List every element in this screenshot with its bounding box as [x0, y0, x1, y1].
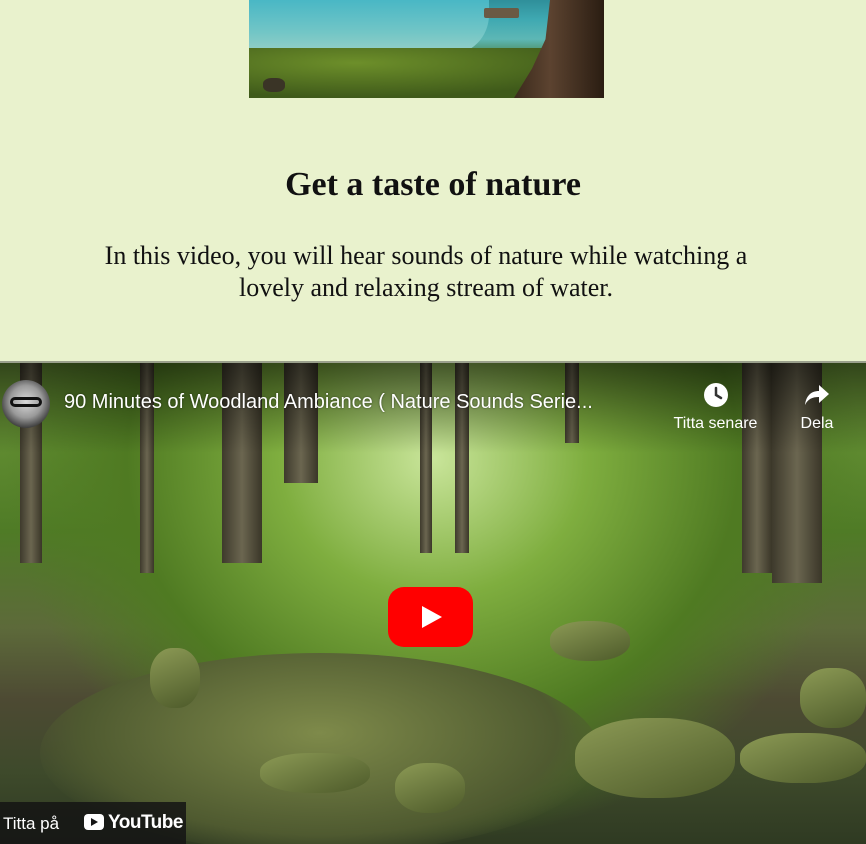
- watch-later-button[interactable]: Titta senare: [668, 381, 763, 433]
- intro-paragraph: In this video, you will hear sounds of n…: [104, 241, 748, 302]
- clock-icon: [703, 383, 728, 407]
- youtube-wordmark: YouTube: [108, 812, 183, 833]
- section-heading: Get a taste of nature: [285, 166, 581, 203]
- watch-later-label: Titta senare: [673, 415, 758, 432]
- mossy-stone: [395, 763, 465, 813]
- lake-water: [249, 0, 489, 55]
- lake-photo: [249, 0, 604, 98]
- share-arrow-icon: [805, 385, 829, 405]
- channel-avatar[interactable]: [2, 380, 50, 428]
- watch-on-label: Titta på: [3, 814, 60, 833]
- youtube-logo-icon: [84, 814, 104, 830]
- mossy-stone: [550, 621, 630, 661]
- youtube-embed[interactable]: 90 Minutes of Woodland Ambiance ( Nature…: [0, 361, 866, 844]
- mossy-stone: [260, 753, 370, 793]
- rock: [263, 78, 285, 92]
- glasses-icon: [10, 397, 42, 407]
- watch-on-youtube-link[interactable]: Titta på YouTube: [0, 802, 186, 844]
- mossy-stone: [740, 733, 866, 783]
- mossy-stone: [150, 648, 200, 708]
- mossy-stone: [800, 668, 866, 728]
- share-label: Dela: [800, 415, 834, 432]
- play-icon: [422, 606, 442, 628]
- mossy-stone: [575, 718, 735, 798]
- video-title[interactable]: 90 Minutes of Woodland Ambiance ( Nature…: [64, 391, 656, 414]
- bench: [484, 8, 519, 18]
- play-button[interactable]: [388, 587, 473, 647]
- share-button[interactable]: Dela: [792, 381, 842, 433]
